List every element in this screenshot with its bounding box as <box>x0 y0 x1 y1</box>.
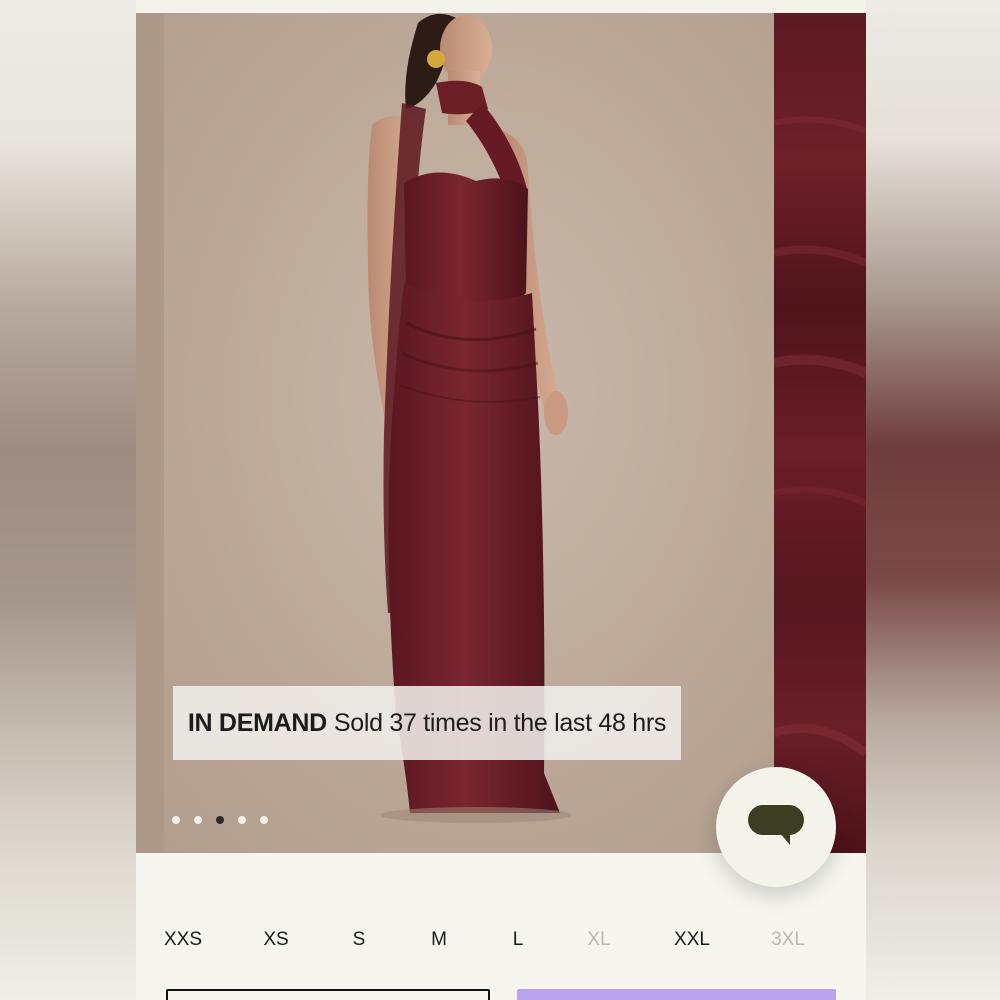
carousel-dot[interactable] <box>238 816 246 824</box>
size-option-m[interactable]: M <box>431 929 447 951</box>
size-option-xxs[interactable]: XXS <box>164 929 202 951</box>
carousel-dots <box>172 816 268 824</box>
size-selector: XXS XS S M L XL XXL 3XL <box>136 920 866 960</box>
fabric-folds <box>774 116 866 757</box>
sold-count-text: Sold 37 times in the last 48 hrs <box>333 708 667 737</box>
secondary-action-button[interactable] <box>166 989 490 1000</box>
carousel-dot[interactable] <box>216 816 224 824</box>
image-carousel[interactable]: IN DEMAND Sold 37 times in the last 48 h… <box>136 13 866 853</box>
in-demand-badge: IN DEMAND Sold 37 times in the last 48 h… <box>173 686 681 760</box>
size-option-xs[interactable]: XS <box>263 929 288 951</box>
top-bar <box>136 0 866 13</box>
product-image-next[interactable] <box>774 13 866 853</box>
size-option-3xl[interactable]: 3XL <box>771 929 805 951</box>
blurred-backdrop-left <box>0 0 136 1000</box>
size-option-l[interactable]: L <box>513 929 524 951</box>
carousel-dot[interactable] <box>260 816 268 824</box>
product-page: IN DEMAND Sold 37 times in the last 48 h… <box>136 0 866 1000</box>
size-option-xl[interactable]: XL <box>587 929 610 951</box>
blurred-backdrop-right <box>866 0 1000 1000</box>
carousel-dot[interactable] <box>172 816 180 824</box>
size-option-xxl[interactable]: XXL <box>674 929 710 951</box>
in-demand-label: IN DEMAND <box>187 708 327 737</box>
chat-button[interactable] <box>716 767 836 887</box>
size-option-s[interactable]: S <box>353 929 366 951</box>
carousel-dot[interactable] <box>194 816 202 824</box>
chat-bubble-icon <box>748 805 804 845</box>
primary-action-button[interactable] <box>517 989 836 1000</box>
